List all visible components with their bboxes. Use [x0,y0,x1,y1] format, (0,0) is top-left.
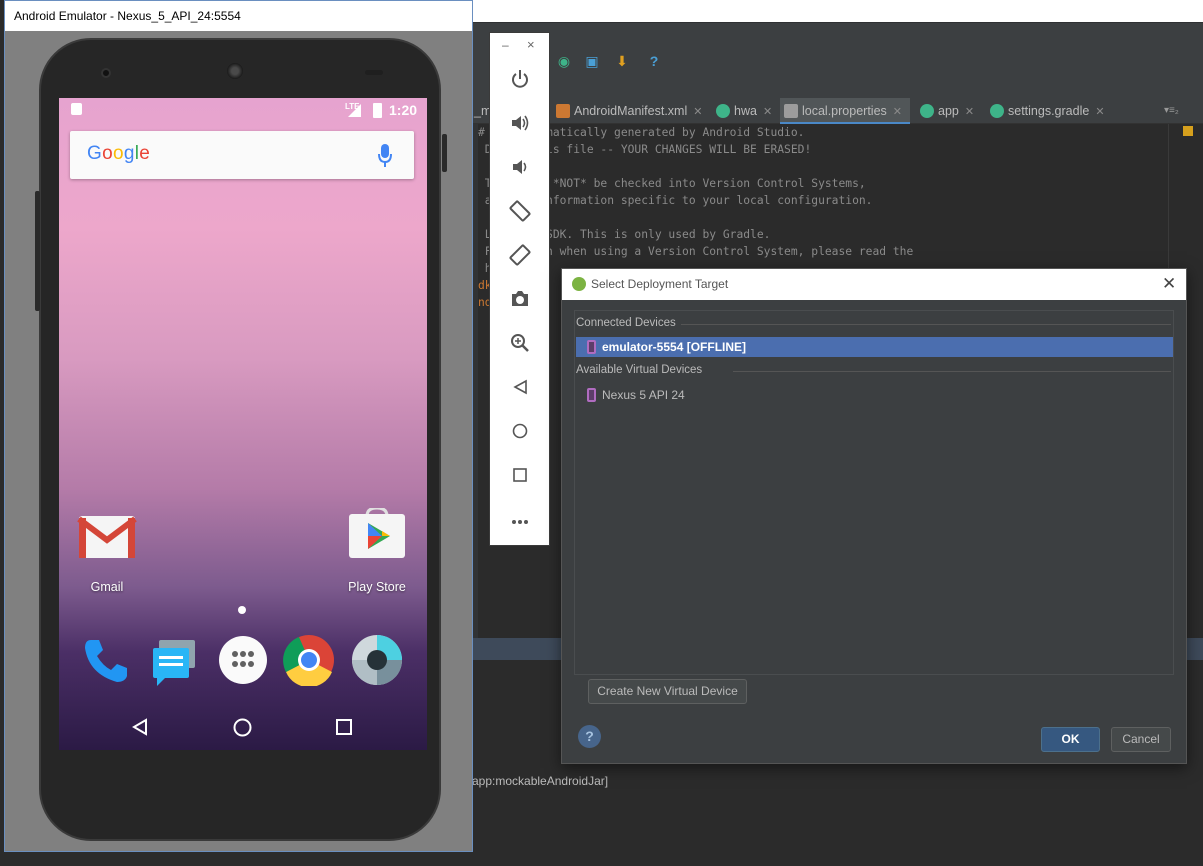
close-button[interactable]: × [527,37,535,52]
app-play-store[interactable]: Play Store [337,506,417,594]
device-row-nexus-5[interactable]: Nexus 5 API 24 [576,385,1173,405]
home-nav-icon[interactable] [233,718,252,737]
connected-devices-header: Connected Devices [576,317,676,329]
select-deployment-target-dialog: Select Deployment Target ✕ Connected Dev… [561,268,1187,764]
chrome-app-icon[interactable] [283,634,335,688]
google-search-bar[interactable]: Google [70,131,414,179]
phone-app-icon[interactable] [79,634,131,686]
gmail-icon [77,516,137,558]
divider [733,371,1171,372]
device-label: emulator-5554 [OFFLINE] [602,340,747,354]
create-virtual-device-button[interactable]: Create New Virtual Device [588,679,747,704]
rotate-right-icon[interactable] [504,239,536,271]
properties-file-icon [784,104,798,118]
nav-bar [59,702,427,750]
dialog-title-bar[interactable]: Select Deployment Target ✕ [562,269,1186,300]
device-icon [587,340,596,354]
ok-button[interactable]: OK [1041,727,1100,752]
tab-androidmanifest[interactable]: AndroidManifest.xml ✕ [552,98,702,124]
google-logo: Google [87,143,151,164]
device-row-emulator[interactable]: emulator-5554 [OFFLINE] [576,337,1173,357]
window-title: Android Emulator - Nexus_5_API_24:5554 [14,9,241,23]
camera-icon[interactable] [504,283,536,315]
signal-icon [348,104,361,117]
app-gmail[interactable]: Gmail [67,508,147,594]
overview-icon[interactable] [504,459,536,491]
recents-nav-icon[interactable] [336,719,352,735]
power-icon[interactable] [504,63,536,95]
help-icon[interactable]: ? [644,51,664,71]
proximity-sensor [365,70,383,75]
dialog-title: Select Deployment Target [591,277,729,291]
ide-title-area [472,0,1203,22]
gradle-icon [716,104,730,118]
tab-menu-button[interactable]: ▾≡₂ [1162,98,1179,124]
tab-local-properties[interactable]: local.properties ✕ [780,98,910,124]
help-icon[interactable]: ? [578,725,601,748]
device-label: Nexus 5 API 24 [602,388,685,402]
power-key [442,134,447,172]
close-icon[interactable]: ✕ [965,106,974,118]
gradle-icon [920,104,934,118]
close-icon[interactable]: ✕ [1162,274,1176,294]
tab-app[interactable]: app ✕ [916,98,974,124]
close-icon[interactable]: ✕ [763,106,772,118]
status-time: 1:20 [389,102,418,118]
close-icon[interactable]: ✕ [1095,106,1104,118]
device-icon [587,388,596,402]
notification-icon [71,103,82,115]
folder-icon[interactable]: ▣ [582,51,602,71]
emulator-window: Android Emulator - Nexus_5_API_24:5554 L… [4,0,473,852]
android-studio-icon [572,277,586,291]
device-screen[interactable]: LTE 1:20 Google Gmail Play Store [59,98,427,750]
minimize-button[interactable]: – [502,38,509,52]
camera-app-icon[interactable] [351,634,403,686]
cancel-button[interactable]: Cancel [1111,727,1171,752]
zoom-icon[interactable] [504,327,536,359]
mic-icon[interactable] [377,143,393,169]
app-label: Gmail [90,580,124,594]
back-nav-icon[interactable] [131,718,149,736]
volume-key [35,191,40,311]
device-list[interactable]: Connected Devices emulator-5554 [OFFLINE… [574,310,1174,675]
page-indicator [238,606,246,614]
front-camera [101,68,111,78]
app-label: Play Store [348,580,406,594]
tab-settings-gradle[interactable]: settings.gradle ✕ [986,98,1105,124]
status-bar: LTE 1:20 [59,98,427,122]
available-devices-header: Available Virtual Devices [576,364,703,376]
more-icon[interactable] [504,503,536,535]
gradle-icon [990,104,1004,118]
warning-marker [1183,126,1193,136]
messages-app-icon[interactable] [147,634,199,686]
emulator-title-bar[interactable]: Android Emulator - Nexus_5_API_24:5554 [5,1,472,31]
earpiece-speaker [227,63,243,79]
console-text: app:mockableAndroidJar] [472,774,609,788]
ide-toolbar: ◉ ▣ ⬇ ? [472,22,1203,98]
tab-hwa[interactable]: hwa ✕ [712,98,772,124]
back-icon[interactable] [504,371,536,403]
app-drawer-icon[interactable] [217,634,269,686]
download-icon[interactable]: ⬇ [612,51,632,71]
tab-label: settings.gradle [1008,104,1090,118]
close-icon[interactable]: ✕ [893,106,902,118]
tab-label: app [938,104,959,118]
rotate-left-icon[interactable] [504,195,536,227]
emulator-toolbar: – × [489,32,550,546]
battery-icon [373,103,382,118]
home-icon[interactable] [504,415,536,447]
android-run-icon[interactable]: ◉ [554,51,574,71]
editor-tab-bar: _ma AndroidManifest.xml ✕ hwa ✕ local.prop… [472,98,1203,124]
close-icon[interactable]: ✕ [693,106,702,118]
tab-label: local.properties [802,104,887,118]
xml-file-icon [556,104,570,118]
play-store-icon [349,506,405,558]
volume-down-icon[interactable] [504,151,536,183]
tab-label: AndroidManifest.xml [574,104,688,118]
tab-label: hwa [734,104,757,118]
volume-up-icon[interactable] [504,107,536,139]
divider [681,324,1171,325]
tab-menu-icon: ▾≡₂ [1164,105,1179,116]
